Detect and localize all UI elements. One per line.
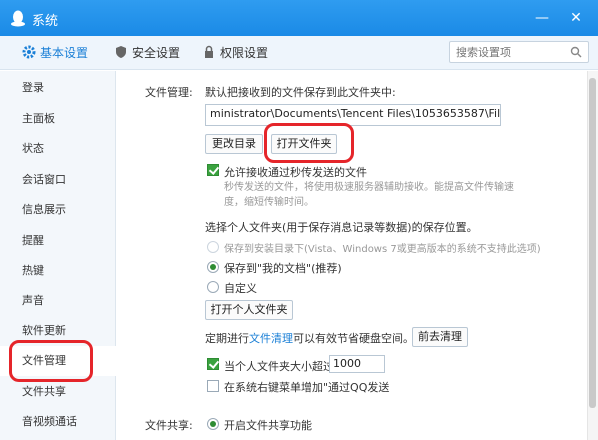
file-cleanup-link[interactable]: 文件清理 <box>249 332 293 345</box>
enable-file-sharing-radio[interactable] <box>207 418 219 430</box>
allow-offline-description: 秒传发送的文件，将使用极速服务器辅助接收。能提高文件传输速度，缩短传输时间。 <box>224 182 514 208</box>
tab-security-settings[interactable]: 安全设置 <box>114 44 180 62</box>
search-input[interactable] <box>450 42 560 62</box>
tab-permission-settings[interactable]: 权限设置 <box>202 44 268 62</box>
radio-save-install-dir[interactable] <box>207 241 219 253</box>
sidebar-item-chat-window[interactable]: 会话窗口 <box>0 165 116 195</box>
scrollbar-thumb[interactable] <box>589 78 596 408</box>
highlight-ring-file-management <box>9 340 93 382</box>
sidebar-item-info-display[interactable]: 信息展示 <box>0 195 116 225</box>
context-menu-label: 在系统右键菜单增加"通过QQ发送 <box>224 381 390 394</box>
allow-offline-checkbox[interactable] <box>207 164 219 176</box>
sidebar-item-main-panel[interactable]: 主面板 <box>0 104 116 134</box>
window-title: 系统 <box>32 14 59 29</box>
size-limit-stepper[interactable]: 1000 <box>329 355 385 373</box>
cleanup-hint: 定期进行文件清理可以有效节省硬盘空间。 <box>205 330 414 346</box>
allow-offline-label: 允许接收通过秒传发送的文件 <box>224 166 367 179</box>
file-sharing-label: 文件共享: <box>145 419 193 432</box>
search-icon[interactable] <box>570 46 582 58</box>
settings-search-box[interactable] <box>449 41 589 63</box>
change-directory-button[interactable]: 更改目录 <box>205 134 263 154</box>
size-limit-label: 当个人文件夹大小超过 <box>224 360 334 373</box>
sidebar-item-sound[interactable]: 声音 <box>0 286 116 316</box>
qq-penguin-icon <box>11 10 25 27</box>
go-cleanup-button[interactable]: 前去清理 <box>412 327 468 347</box>
radio-custom[interactable] <box>207 281 219 293</box>
shield-icon <box>116 46 126 58</box>
sidebar-item-reminder[interactable]: 提醒 <box>0 226 116 256</box>
sidebar-item-av-call[interactable]: 音视频通话 <box>0 407 116 437</box>
save-folder-description: 默认把接收到的文件保存到此文件夹中: <box>205 86 396 99</box>
gear-icon <box>22 45 36 59</box>
personal-folder-title: 选择个人文件夹(用于保存消息记录等数据)的保存位置。 <box>205 221 478 234</box>
sidebar-item-hotkey[interactable]: 热键 <box>0 256 116 286</box>
tab-label: 权限设置 <box>220 46 269 60</box>
open-personal-folder-button[interactable]: 打开个人文件夹 <box>205 300 293 320</box>
radio-custom-label: 自定义 <box>224 282 257 295</box>
cleanup-suffix: 可以有效节省硬盘空间。 <box>293 332 414 345</box>
size-limit-value: 1000 <box>333 357 361 370</box>
radio-save-install-dir-label: 保存到安装目录下(Vista、Windows 7或更高版本的系统不支持此选项) <box>224 244 541 255</box>
radio-save-my-documents-label: 保存到"我的文档"(推荐) <box>224 262 342 275</box>
sidebar-item-status[interactable]: 状态 <box>0 134 116 164</box>
size-limit-checkbox[interactable] <box>207 358 219 370</box>
title-bar: 系统 — ✕ <box>0 0 598 36</box>
tab-label: 安全设置 <box>132 46 181 60</box>
radio-save-my-documents[interactable] <box>207 261 219 273</box>
lock-icon <box>205 45 213 58</box>
context-menu-checkbox[interactable] <box>207 380 219 392</box>
highlight-ring-open-folder <box>264 123 354 163</box>
minimize-button[interactable]: — <box>532 8 552 28</box>
close-button[interactable]: ✕ <box>566 8 586 28</box>
sidebar-item-login[interactable]: 登录 <box>0 73 116 103</box>
receive-folder-path[interactable]: ministrator\Documents\Tencent Files\1053… <box>205 104 501 126</box>
tab-label: 基本设置 <box>40 46 89 60</box>
tab-basic-settings[interactable]: 基本设置 <box>22 44 88 62</box>
cleanup-prefix: 定期进行 <box>205 332 249 345</box>
enable-file-sharing-label: 开启文件共享功能 <box>224 419 312 432</box>
file-management-label: 文件管理: <box>145 86 193 99</box>
